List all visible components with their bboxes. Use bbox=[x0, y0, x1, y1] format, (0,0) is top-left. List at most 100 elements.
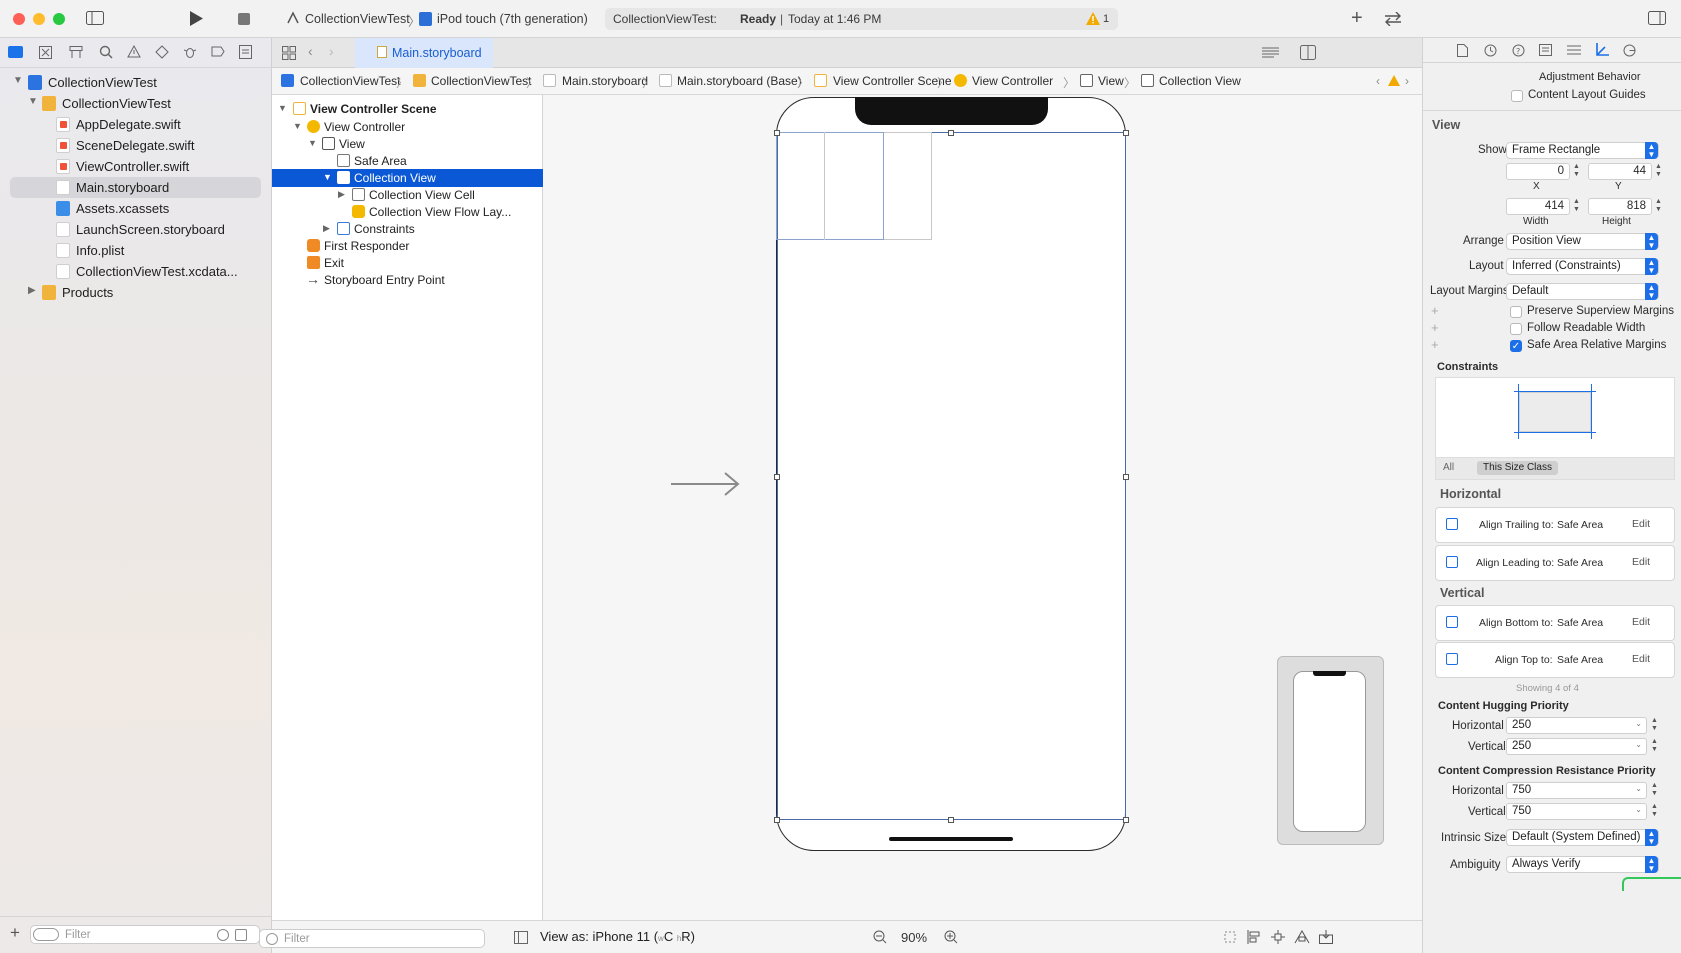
resize-handle[interactable] bbox=[774, 130, 780, 136]
safe-area-relative-checkbox[interactable]: ✓ bbox=[1510, 340, 1522, 352]
tree-item-file[interactable]: CollectionViewTest.xcdata... bbox=[0, 261, 272, 282]
resolve-issues-icon[interactable] bbox=[1294, 930, 1310, 944]
update-frames-icon[interactable] bbox=[1223, 930, 1237, 944]
outline-item-first-responder[interactable]: First Responder bbox=[272, 237, 543, 255]
resize-handle[interactable] bbox=[948, 130, 954, 136]
outline-item-view-controller[interactable]: ▼ View Controller bbox=[272, 118, 543, 136]
zoom-out-icon[interactable] bbox=[873, 930, 887, 944]
edit-constraint-button[interactable]: Edit bbox=[1632, 653, 1650, 665]
intrinsic-size-popup[interactable]: Default (System Defined) ▲ ▼ bbox=[1506, 829, 1659, 846]
issue-icon[interactable] bbox=[127, 45, 141, 58]
back-icon[interactable]: ‹ bbox=[308, 43, 313, 59]
add-icon[interactable]: + bbox=[1351, 7, 1363, 30]
content-layout-guides-checkbox[interactable] bbox=[1511, 90, 1523, 102]
recent-icon[interactable] bbox=[217, 929, 229, 941]
breadcrumb-localization[interactable]: Main.storyboard (Base) bbox=[677, 74, 802, 88]
outline-item-entry-point[interactable]: → Storyboard Entry Point bbox=[272, 271, 543, 289]
layout-margins-popup[interactable]: Default ▲ ▼ bbox=[1506, 283, 1659, 300]
debug-icon[interactable] bbox=[183, 45, 197, 59]
add-variation-icon[interactable]: + bbox=[1431, 320, 1439, 335]
resize-handle[interactable] bbox=[774, 817, 780, 823]
zoom-in-icon[interactable] bbox=[944, 930, 958, 944]
resize-handle[interactable] bbox=[948, 817, 954, 823]
width-stepper-icon[interactable]: ▲ ▼ bbox=[1573, 198, 1580, 214]
tree-item-group[interactable]: ▼ CollectionViewTest bbox=[0, 93, 272, 114]
outline-item-scene[interactable]: ▼ View Controller Scene bbox=[272, 100, 543, 118]
constraint-row[interactable]: Align Leading to: Safe Area Edit bbox=[1435, 545, 1675, 581]
connections-icon[interactable] bbox=[1623, 44, 1636, 57]
add-constraints-icon[interactable] bbox=[1271, 930, 1285, 944]
tree-item-file-selected[interactable]: Main.storyboard bbox=[10, 177, 261, 198]
chevron-down-icon[interactable]: ▼ bbox=[293, 121, 302, 131]
resize-handle[interactable] bbox=[1123, 817, 1129, 823]
breadcrumb-file[interactable]: Main.storyboard bbox=[562, 74, 648, 88]
stepper-icon[interactable]: ▲ ▼ bbox=[1651, 717, 1658, 733]
add-variation-icon[interactable]: + bbox=[1431, 303, 1439, 318]
tree-item-group[interactable]: ▶ Products bbox=[0, 282, 272, 303]
outline-item-cell[interactable]: ▶ Collection View Cell bbox=[272, 186, 543, 204]
destination-selector[interactable]: iPod touch (7th generation) bbox=[437, 12, 588, 26]
tree-item-file[interactable]: LaunchScreen.storyboard bbox=[0, 219, 272, 240]
folder-icon[interactable] bbox=[8, 46, 23, 58]
segment-this-size-class[interactable]: This Size Class bbox=[1477, 461, 1558, 475]
chevron-right-icon[interactable]: ▶ bbox=[338, 189, 345, 200]
tree-item-file[interactable]: SceneDelegate.swift bbox=[0, 135, 272, 156]
report-icon[interactable] bbox=[239, 45, 252, 59]
breadcrumb-scene[interactable]: View Controller Scene bbox=[833, 74, 952, 88]
scheme-selector[interactable]: CollectionViewTest bbox=[305, 12, 410, 26]
minimize-window-button[interactable] bbox=[33, 13, 45, 25]
compression-vertical-field[interactable]: 750 ⌄ bbox=[1506, 803, 1647, 820]
source-control-icon[interactable] bbox=[39, 46, 52, 59]
outline-item-safe-area[interactable]: Safe Area bbox=[272, 152, 543, 170]
compression-horizontal-field[interactable]: 750 ⌄ bbox=[1506, 782, 1647, 799]
collection-view-cell[interactable] bbox=[776, 132, 884, 240]
hugging-vertical-field[interactable]: 250 ⌄ bbox=[1506, 738, 1647, 755]
resize-handle[interactable] bbox=[1123, 474, 1129, 480]
outline-toggle-icon[interactable] bbox=[514, 931, 528, 944]
outline-item-view[interactable]: ▼ View bbox=[272, 135, 543, 153]
breakpoint-icon[interactable] bbox=[211, 46, 225, 57]
tree-item-file[interactable]: AppDelegate.swift bbox=[0, 114, 272, 135]
constraint-row[interactable]: Align Top to: Safe Area Edit bbox=[1435, 642, 1675, 678]
inspector-toggle-icon[interactable] bbox=[1648, 11, 1666, 25]
sidebar-toggle-icon[interactable] bbox=[86, 11, 104, 25]
outline-item-constraints[interactable]: ▶ Constraints bbox=[272, 220, 543, 238]
search-icon[interactable] bbox=[99, 45, 113, 59]
edit-constraint-button[interactable]: Edit bbox=[1632, 518, 1650, 530]
tab-main-storyboard[interactable]: Main.storyboard bbox=[355, 38, 493, 68]
entry-point-arrow[interactable] bbox=[671, 471, 741, 497]
resize-handle[interactable] bbox=[774, 474, 780, 480]
size-inspector-icon[interactable] bbox=[1595, 43, 1609, 57]
constraint-row[interactable]: Align Trailing to: Safe Area Edit bbox=[1435, 507, 1675, 543]
outline-item-flow-layout[interactable]: Collection View Flow Lay... bbox=[272, 203, 543, 221]
outline-item-collection-view-selected[interactable]: ▼ Collection View bbox=[272, 169, 543, 187]
outline-filter-input[interactable]: Filter bbox=[259, 929, 485, 948]
forward-icon[interactable]: › bbox=[329, 43, 334, 59]
tree-item-file[interactable]: Assets.xcassets bbox=[0, 198, 272, 219]
show-popup[interactable]: Frame Rectangle ▲ ▼ bbox=[1506, 142, 1659, 159]
tree-item-file[interactable]: Info.plist bbox=[0, 240, 272, 261]
stop-icon[interactable] bbox=[238, 13, 250, 25]
x-field[interactable]: 0 bbox=[1506, 163, 1570, 180]
zoom-window-button[interactable] bbox=[53, 13, 65, 25]
chevron-down-icon[interactable]: ▼ bbox=[28, 96, 38, 107]
edit-constraint-button[interactable]: Edit bbox=[1632, 616, 1650, 628]
chevron-down-icon[interactable]: ▼ bbox=[308, 138, 317, 148]
align-icon[interactable] bbox=[1247, 930, 1261, 944]
hierarchy-icon[interactable] bbox=[69, 46, 83, 59]
breadcrumb-group[interactable]: CollectionViewTest bbox=[431, 74, 532, 88]
scm-filter-icon[interactable] bbox=[235, 929, 247, 941]
breadcrumb-project[interactable]: CollectionViewTest bbox=[300, 74, 401, 88]
next-issue-icon[interactable]: › bbox=[1405, 74, 1409, 88]
follow-readable-checkbox[interactable] bbox=[1510, 323, 1522, 335]
chevron-down-icon[interactable]: ▼ bbox=[323, 172, 332, 182]
y-stepper-icon[interactable]: ▲ ▼ bbox=[1655, 163, 1662, 179]
chevron-right-icon[interactable]: ▶ bbox=[323, 223, 330, 234]
chevron-down-icon[interactable]: ▼ bbox=[13, 75, 23, 86]
edit-constraint-button[interactable]: Edit bbox=[1632, 556, 1650, 568]
history-icon[interactable] bbox=[1484, 44, 1497, 57]
previous-issue-icon[interactable]: ‹ bbox=[1376, 74, 1380, 88]
preserve-superview-checkbox[interactable] bbox=[1510, 306, 1522, 318]
storyboard-canvas[interactable] bbox=[543, 95, 1422, 920]
editor-options-icon[interactable] bbox=[1262, 47, 1279, 59]
